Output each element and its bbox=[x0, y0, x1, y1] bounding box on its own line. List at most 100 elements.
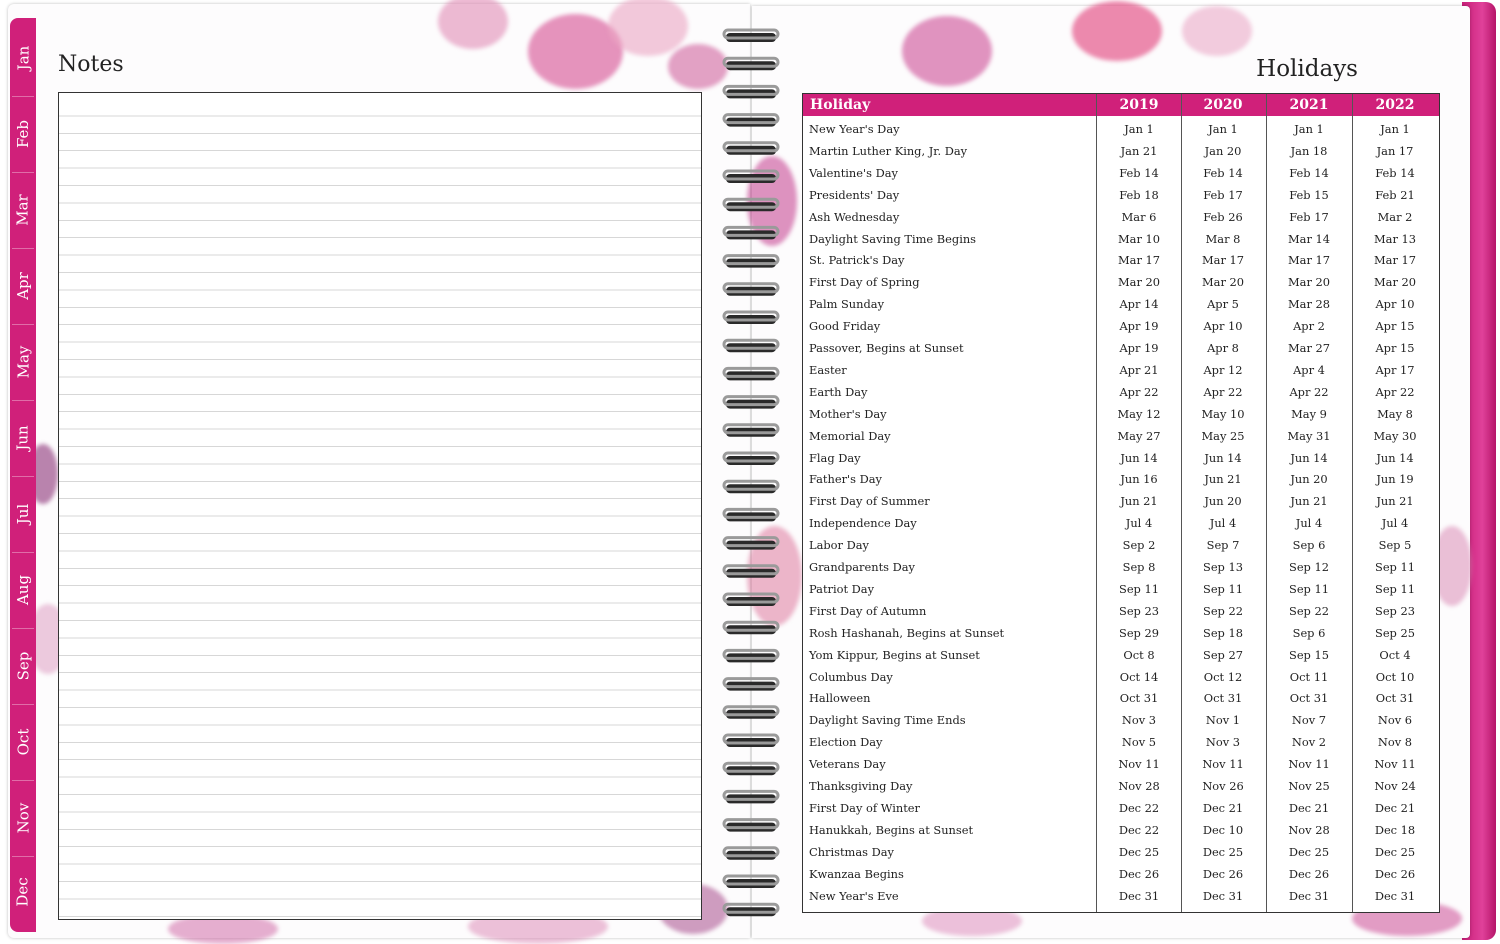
spiral-binding bbox=[722, 28, 780, 917]
holiday-date: Jan 17 bbox=[1376, 143, 1414, 158]
table-row: Ash Wednesday Mar 6 Feb 26 Feb 17 Mar 2 bbox=[803, 206, 1439, 228]
holiday-name: Passover, Begins at Sunset bbox=[809, 341, 964, 355]
month-tab[interactable]: Jun bbox=[10, 400, 36, 476]
holiday-date: Oct 14 bbox=[1119, 669, 1159, 684]
holiday-date: Oct 31 bbox=[1289, 691, 1329, 706]
holiday-name: Earth Day bbox=[809, 384, 868, 399]
month-tab[interactable]: Nov bbox=[10, 780, 36, 856]
holiday-name: New Year's Eve bbox=[809, 888, 899, 903]
holiday-date: Jan 20 bbox=[1204, 143, 1242, 158]
holiday-date: Feb 15 bbox=[1289, 187, 1329, 202]
holiday-name: Daylight Saving Time Begins bbox=[809, 231, 977, 246]
holiday-date: May 25 bbox=[1201, 428, 1245, 443]
month-tab[interactable]: Dec bbox=[10, 854, 36, 930]
month-tab[interactable]: Feb bbox=[10, 96, 36, 172]
holiday-date: Oct 4 bbox=[1379, 647, 1411, 662]
holiday-date: Jul 4 bbox=[1381, 516, 1409, 531]
holiday-date: Nov 1 bbox=[1205, 713, 1241, 728]
month-tab[interactable]: Mar bbox=[10, 172, 36, 248]
holiday-date: Apr 22 bbox=[1119, 384, 1159, 399]
holiday-date: Sep 12 bbox=[1289, 560, 1329, 574]
holiday-name: New Year's Day bbox=[809, 122, 900, 136]
holiday-date: Dec 25 bbox=[1118, 844, 1160, 859]
holiday-name: Columbus Day bbox=[809, 669, 893, 684]
holiday-date: Oct 12 bbox=[1203, 669, 1243, 684]
month-tab[interactable]: Apr bbox=[10, 248, 36, 324]
holiday-date: Dec 21 bbox=[1374, 800, 1416, 815]
holiday-date: Dec 21 bbox=[1202, 800, 1244, 815]
month-tab[interactable]: May bbox=[10, 324, 36, 400]
holiday-date: Sep 7 bbox=[1206, 538, 1240, 553]
notes-title: Notes bbox=[58, 52, 124, 77]
table-row: Earth Day Apr 22 Apr 22 Apr 22 Apr 22 bbox=[803, 381, 1439, 403]
holiday-date: Apr 19 bbox=[1119, 341, 1159, 355]
table-row: Flag Day Jun 14 Jun 14 Jun 14 Jun 14 bbox=[803, 447, 1439, 469]
holiday-date: Sep 11 bbox=[1289, 581, 1329, 596]
holiday-name: Mother's Day bbox=[809, 406, 887, 421]
holiday-date: Jan 21 bbox=[1120, 143, 1158, 158]
blossom-decoration bbox=[902, 16, 992, 86]
holiday-date: Mar 20 bbox=[1201, 275, 1244, 290]
holiday-name: Palm Sunday bbox=[809, 297, 885, 312]
holiday-date: Mar 6 bbox=[1121, 209, 1157, 224]
table-row: Presidents' Day Feb 18 Feb 17 Feb 15 Feb 21 bbox=[803, 184, 1439, 206]
holiday-date: Sep 11 bbox=[1375, 581, 1415, 596]
holiday-date: Apr 15 bbox=[1375, 341, 1415, 355]
month-tab[interactable]: Sep bbox=[10, 628, 36, 704]
holiday-date: Jun 21 bbox=[1290, 494, 1328, 509]
holiday-date: Apr 19 bbox=[1119, 319, 1159, 334]
holiday-date: Dec 26 bbox=[1202, 866, 1244, 881]
holiday-date: Nov 3 bbox=[1205, 735, 1241, 750]
header-year: 2020 bbox=[1203, 97, 1243, 113]
header-year: 2021 bbox=[1289, 97, 1329, 113]
table-row: Father's Day Jun 16 Jun 21 Jun 20 Jun 19 bbox=[803, 468, 1439, 490]
holiday-date: Mar 17 bbox=[1201, 253, 1244, 268]
holiday-name: Flag Day bbox=[809, 450, 861, 465]
holiday-name: Valentine's Day bbox=[809, 165, 898, 180]
holiday-date: Nov 11 bbox=[1118, 757, 1160, 772]
month-tab[interactable]: Aug bbox=[10, 552, 36, 628]
header-holiday: Holiday bbox=[810, 97, 871, 113]
table-row: First Day of Summer Jun 21 Jun 20 Jun 21 Jun… bbox=[803, 490, 1439, 512]
holiday-date: Sep 22 bbox=[1289, 603, 1329, 618]
holiday-date: Dec 26 bbox=[1118, 866, 1160, 881]
holiday-date: Sep 11 bbox=[1375, 560, 1415, 574]
holiday-date: Dec 22 bbox=[1118, 800, 1160, 815]
table-row: Palm Sunday Apr 14 Apr 5 Mar 28 Apr 10 bbox=[803, 293, 1439, 315]
holiday-date: Apr 21 bbox=[1119, 362, 1159, 377]
holiday-date: Sep 23 bbox=[1375, 603, 1415, 618]
holiday-date: Jun 21 bbox=[1376, 494, 1414, 509]
holiday-date: Sep 27 bbox=[1203, 647, 1243, 662]
header-year: 2019 bbox=[1119, 97, 1159, 113]
holiday-date: Apr 22 bbox=[1375, 384, 1415, 399]
table-row: Memorial Day May 27 May 25 May 31 May 30 bbox=[803, 425, 1439, 447]
table-row: New Year's Day Jan 1 Jan 1 Jan 1 Jan 1 bbox=[803, 118, 1439, 140]
month-tab[interactable]: Jul bbox=[10, 476, 36, 552]
holiday-name: Rosh Hashanah, Begins at Sunset bbox=[809, 625, 1005, 640]
holiday-date: Apr 10 bbox=[1375, 297, 1415, 312]
holiday-date: Nov 3 bbox=[1121, 713, 1157, 728]
blossom-decoration bbox=[1072, 1, 1162, 61]
month-tab[interactable]: Oct bbox=[10, 704, 36, 780]
holiday-date: Dec 25 bbox=[1374, 844, 1416, 859]
table-row: Easter Apr 21 Apr 12 Apr 4 Apr 17 bbox=[803, 359, 1439, 381]
holiday-date: Nov 5 bbox=[1121, 735, 1157, 750]
month-tab[interactable]: Jan bbox=[10, 20, 36, 96]
holiday-date: Jul 4 bbox=[1295, 516, 1323, 531]
blossom-decoration bbox=[438, 0, 508, 49]
holiday-date: Sep 13 bbox=[1203, 560, 1243, 574]
holiday-date: Apr 14 bbox=[1119, 297, 1159, 312]
holiday-date: Oct 31 bbox=[1375, 691, 1415, 706]
holiday-date: Dec 25 bbox=[1202, 844, 1244, 859]
holiday-name: Presidents' Day bbox=[809, 187, 900, 202]
holiday-name: Labor Day bbox=[809, 538, 869, 553]
holiday-date: Sep 29 bbox=[1119, 625, 1159, 640]
table-row: Veterans Day Nov 11 Nov 11 Nov 11 Nov 11 bbox=[803, 753, 1439, 775]
holiday-date: Mar 14 bbox=[1287, 231, 1330, 246]
holidays-title: Holidays bbox=[1256, 56, 1358, 82]
holiday-date: Jun 16 bbox=[1120, 472, 1158, 487]
holiday-date: Sep 11 bbox=[1119, 581, 1159, 596]
table-row: First Day of Autumn Sep 23 Sep 22 Sep 22 Sep… bbox=[803, 600, 1439, 622]
blossom-decoration bbox=[668, 44, 728, 89]
notes-lined-area[interactable] bbox=[58, 92, 702, 920]
